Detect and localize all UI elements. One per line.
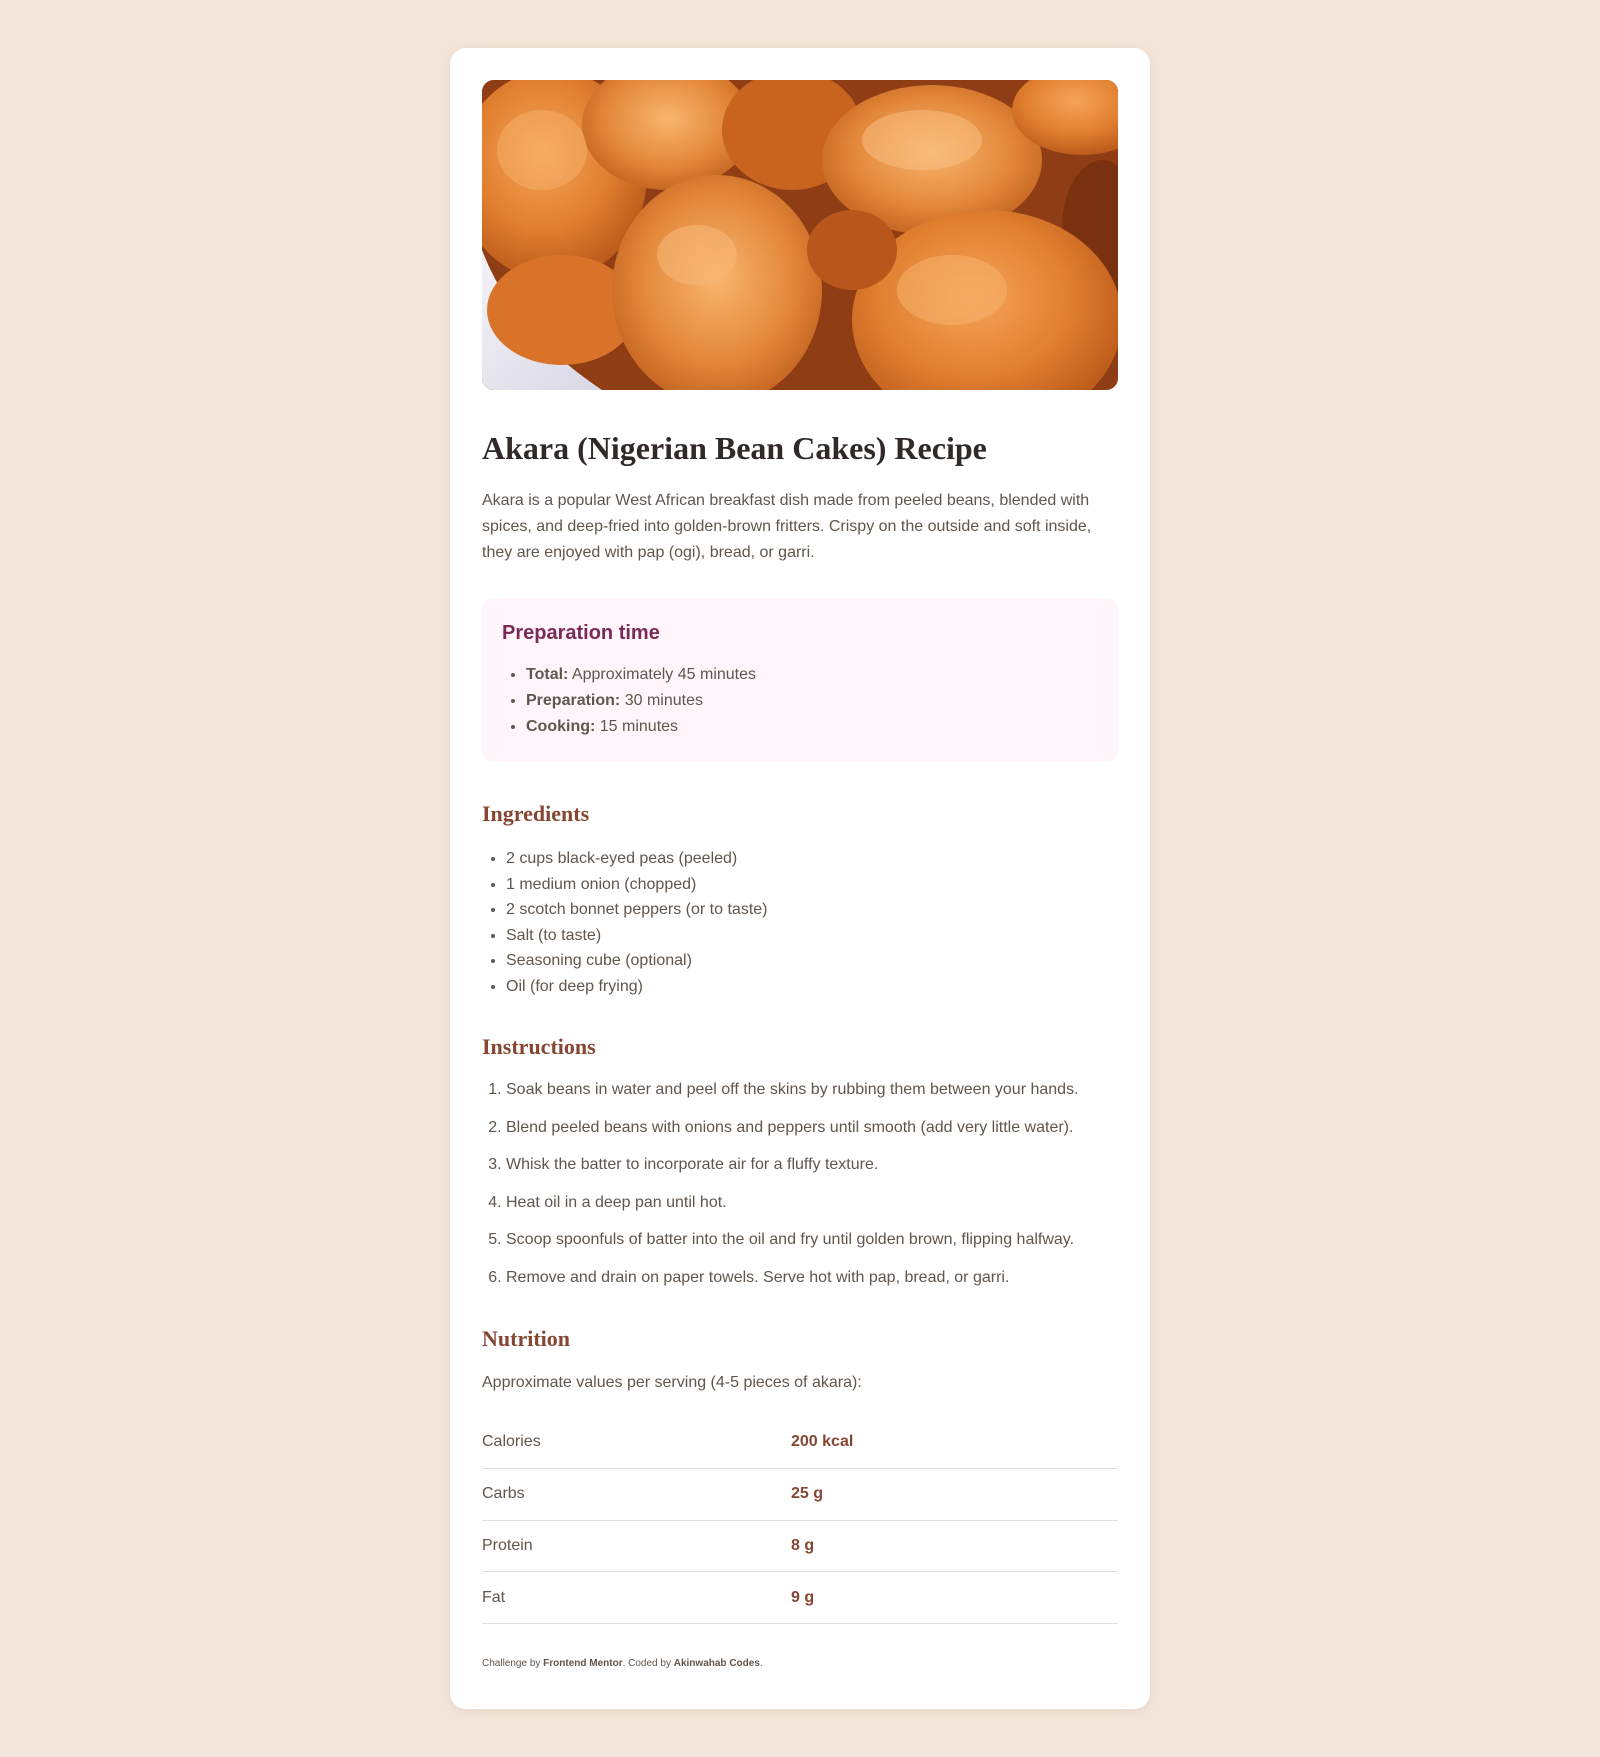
instructions-list: Soak beans in water and peel off the ski… [482, 1079, 1118, 1289]
nutrition-value: 8 g [791, 1520, 1118, 1573]
preparation-list: Total: Approximately 45 minutes Preparat… [502, 662, 1098, 740]
instruction-step: Heat oil in a deep pan until hot. [506, 1192, 1118, 1214]
instruction-step: Whisk the batter to incorporate air for … [506, 1154, 1118, 1176]
instructions-heading: Instructions [482, 1034, 596, 1059]
instruction-step: Scoop spoonfuls of batter into the oil a… [506, 1229, 1118, 1251]
instructions-section: Instructions Soak beans in water and pee… [482, 1033, 1118, 1289]
akara-photo [482, 80, 1118, 390]
nutrition-label: Protein [482, 1520, 791, 1573]
nutrition-row: Fat 9 g [482, 1571, 1118, 1625]
nutrition-row: Protein 8 g [482, 1520, 1118, 1573]
preparation-item-value: 15 minutes [595, 718, 679, 735]
recipe-title: Akara (Nigerian Bean Cakes) Recipe [482, 430, 987, 466]
preparation-item-label: Preparation: [526, 692, 621, 709]
preparation-item-value: 30 minutes [620, 692, 703, 709]
recipe-card: Akara (Nigerian Bean Cakes) Recipe Akara… [450, 48, 1150, 1709]
nutrition-value: 25 g [791, 1468, 1118, 1521]
attribution-suffix: . [759, 1658, 763, 1670]
ingredient-item: 2 cups black-eyed peas (peeled) [506, 846, 1118, 872]
nutrition-value: 200 kcal [791, 1416, 1118, 1469]
attribution-footer: Challenge by Frontend Mentor. Coded by A… [482, 1658, 1118, 1669]
nutrition-row: Carbs 25 g [482, 1468, 1118, 1521]
nutrition-note: Approximate values per serving (4-5 piec… [482, 1373, 862, 1391]
preparation-item-label: Cooking: [526, 718, 596, 735]
nutrition-value: 9 g [791, 1571, 1118, 1625]
preparation-item-preparation: Preparation: 30 minutes [526, 688, 1098, 714]
ingredient-item: 1 medium onion (chopped) [506, 872, 1118, 898]
attribution-middle: . Coded by [622, 1658, 674, 1670]
ingredients-list: 2 cups black-eyed peas (peeled) 1 medium… [482, 846, 1118, 999]
instruction-step: Remove and drain on paper towels. Serve … [506, 1267, 1118, 1289]
nutrition-table: Calories 200 kcal Carbs 25 g Protein 8 g… [482, 1416, 1118, 1625]
ingredient-item: Seasoning cube (optional) [506, 948, 1118, 974]
ingredient-item: 2 scotch bonnet peppers (or to taste) [506, 897, 1118, 923]
ingredient-item: Salt (to taste) [506, 923, 1118, 949]
preparation-heading: Preparation time [502, 622, 660, 644]
nutrition-label: Calories [482, 1416, 791, 1469]
nutrition-section: Nutrition Approximate values per serving… [482, 1325, 1118, 1625]
preparation-item-value: Approximately 45 minutes [568, 666, 757, 683]
ingredients-section: Ingredients 2 cups black-eyed peas (peel… [482, 800, 1118, 999]
nutrition-label: Fat [482, 1571, 791, 1625]
nutrition-label: Carbs [482, 1468, 791, 1521]
preparation-item-cooking: Cooking: 15 minutes [526, 714, 1098, 740]
nutrition-heading: Nutrition [482, 1325, 570, 1351]
ingredient-item: Oil (for deep frying) [506, 974, 1118, 1000]
ingredients-heading: Ingredients [482, 801, 590, 826]
preparation-time-box: Preparation time Total: Approximately 45… [482, 598, 1118, 762]
instruction-step: Soak beans in water and peel off the ski… [506, 1079, 1118, 1101]
recipe-hero-image [482, 80, 1118, 390]
preparation-item-total: Total: Approximately 45 minutes [526, 662, 1098, 688]
author-link[interactable]: Akinwahab Codes [674, 1658, 760, 1669]
instruction-step: Blend peeled beans with onions and peppe… [506, 1117, 1118, 1139]
attribution-prefix: Challenge by [482, 1658, 544, 1670]
frontend-mentor-link[interactable]: Frontend Mentor [543, 1658, 622, 1669]
nutrition-row: Calories 200 kcal [482, 1416, 1118, 1469]
preparation-item-label: Total: [526, 666, 569, 683]
recipe-intro: Akara is a popular West African breakfas… [482, 492, 1092, 561]
